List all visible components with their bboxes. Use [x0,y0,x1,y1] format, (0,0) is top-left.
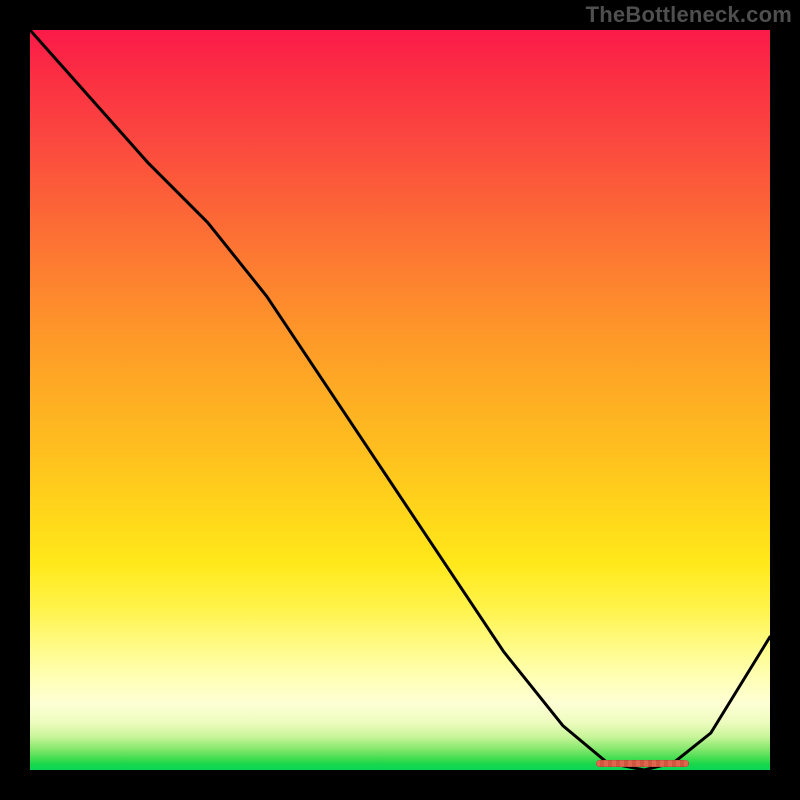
chart-container: TheBottleneck.com [0,0,800,800]
bottleneck-curve-svg [30,30,770,770]
watermark-text: TheBottleneck.com [586,2,792,28]
bottleneck-curve-path [30,30,770,770]
plot-area [30,30,770,770]
optimal-range-marker [596,760,689,767]
